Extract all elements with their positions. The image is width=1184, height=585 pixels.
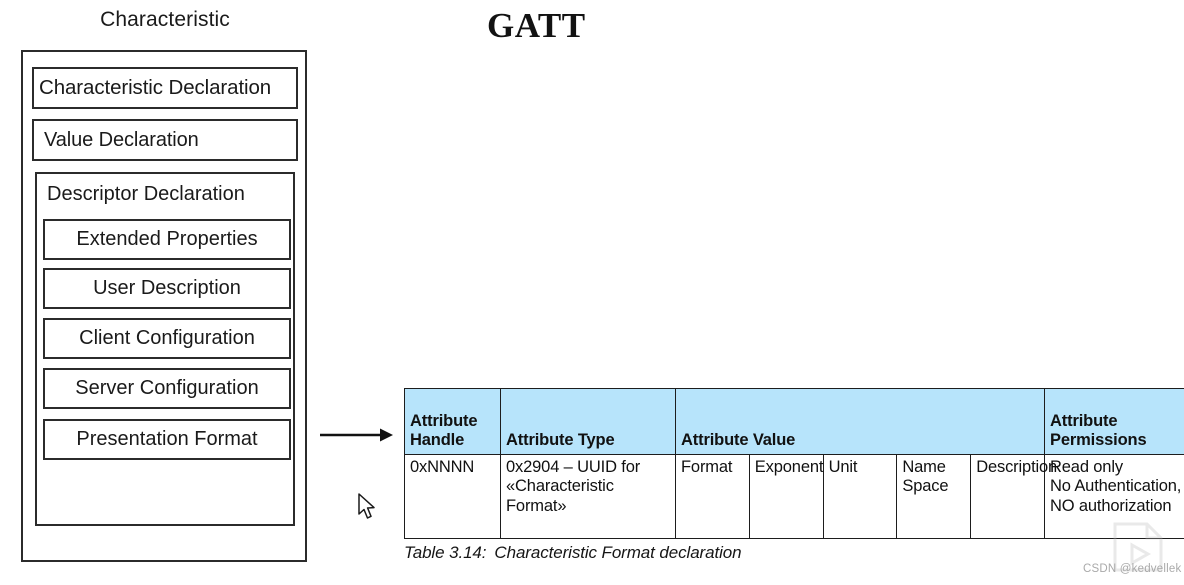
permissions-line2: No Authentication,	[1050, 477, 1182, 496]
descriptor-declaration-label: Descriptor Declaration	[47, 183, 245, 205]
header-attribute-value: Attribute Value	[675, 388, 1045, 455]
cell-attribute-permissions: Read only No Authentication, NO authoriz…	[1044, 454, 1184, 539]
descriptor-extended-properties: Extended Properties	[43, 219, 291, 260]
descriptor-client-configuration: Client Configuration	[43, 318, 291, 359]
table-caption-number: Table 3.14:	[404, 543, 487, 562]
page-title: GATT	[487, 6, 586, 45]
attribute-table: Attribute Handle Attribute Type Attribut…	[404, 388, 1184, 539]
table-row: 0xNNNN 0x2904 – UUID for «Characteristic…	[404, 454, 1184, 539]
characteristic-outer-box: Characteristic Declaration Value Declara…	[21, 50, 307, 562]
characteristic-declaration-box: Characteristic Declaration	[32, 67, 298, 109]
descriptor-declaration-box: Descriptor Declaration Extended Properti…	[35, 172, 295, 526]
cell-value-unit: Unit	[822, 454, 898, 539]
permissions-line1: Read only	[1050, 458, 1123, 476]
mouse-cursor-icon	[358, 493, 375, 519]
watermark-text: CSDN @kedvellek	[1083, 563, 1182, 575]
value-declaration-box: Value Declaration	[32, 119, 298, 161]
header-attribute-handle-line1: Attribute	[410, 412, 478, 431]
cell-value-name-space: Name Space	[896, 454, 972, 539]
header-attribute-permissions-line1: Attribute	[1050, 412, 1118, 431]
descriptor-user-description: User Description	[43, 268, 291, 309]
header-attribute-permissions: Attribute Permissions	[1044, 388, 1184, 455]
header-attribute-permissions-line2: Permissions	[1050, 431, 1147, 450]
cell-attribute-type: 0x2904 – UUID for «Characteristic Format…	[500, 454, 676, 539]
descriptor-presentation-format: Presentation Format	[43, 419, 291, 460]
cell-value-exponent: Exponent	[748, 454, 824, 539]
permissions-line3: NO authorization	[1050, 496, 1172, 515]
cell-value-format: Format	[675, 454, 750, 539]
attribute-table-container: Attribute Handle Attribute Type Attribut…	[404, 388, 1184, 539]
characteristic-diagram: Characteristic Characteristic Declaratio…	[0, 0, 330, 585]
table-caption: Table 3.14: Characteristic Format declara…	[404, 543, 742, 563]
flow-arrow-right-icon	[320, 428, 393, 442]
header-attribute-handle: Attribute Handle	[404, 388, 501, 455]
descriptor-server-configuration: Server Configuration	[43, 368, 291, 409]
header-attribute-type: Attribute Type	[500, 388, 676, 455]
table-header-row: Attribute Handle Attribute Type Attribut…	[404, 388, 1184, 455]
diagram-title: Characteristic	[100, 8, 230, 31]
cell-value-description: Description	[970, 454, 1057, 539]
table-caption-text: Characteristic Format declaration	[494, 543, 742, 562]
header-attribute-handle-line2: Handle	[410, 431, 465, 450]
cell-attribute-handle: 0xNNNN	[404, 454, 501, 539]
